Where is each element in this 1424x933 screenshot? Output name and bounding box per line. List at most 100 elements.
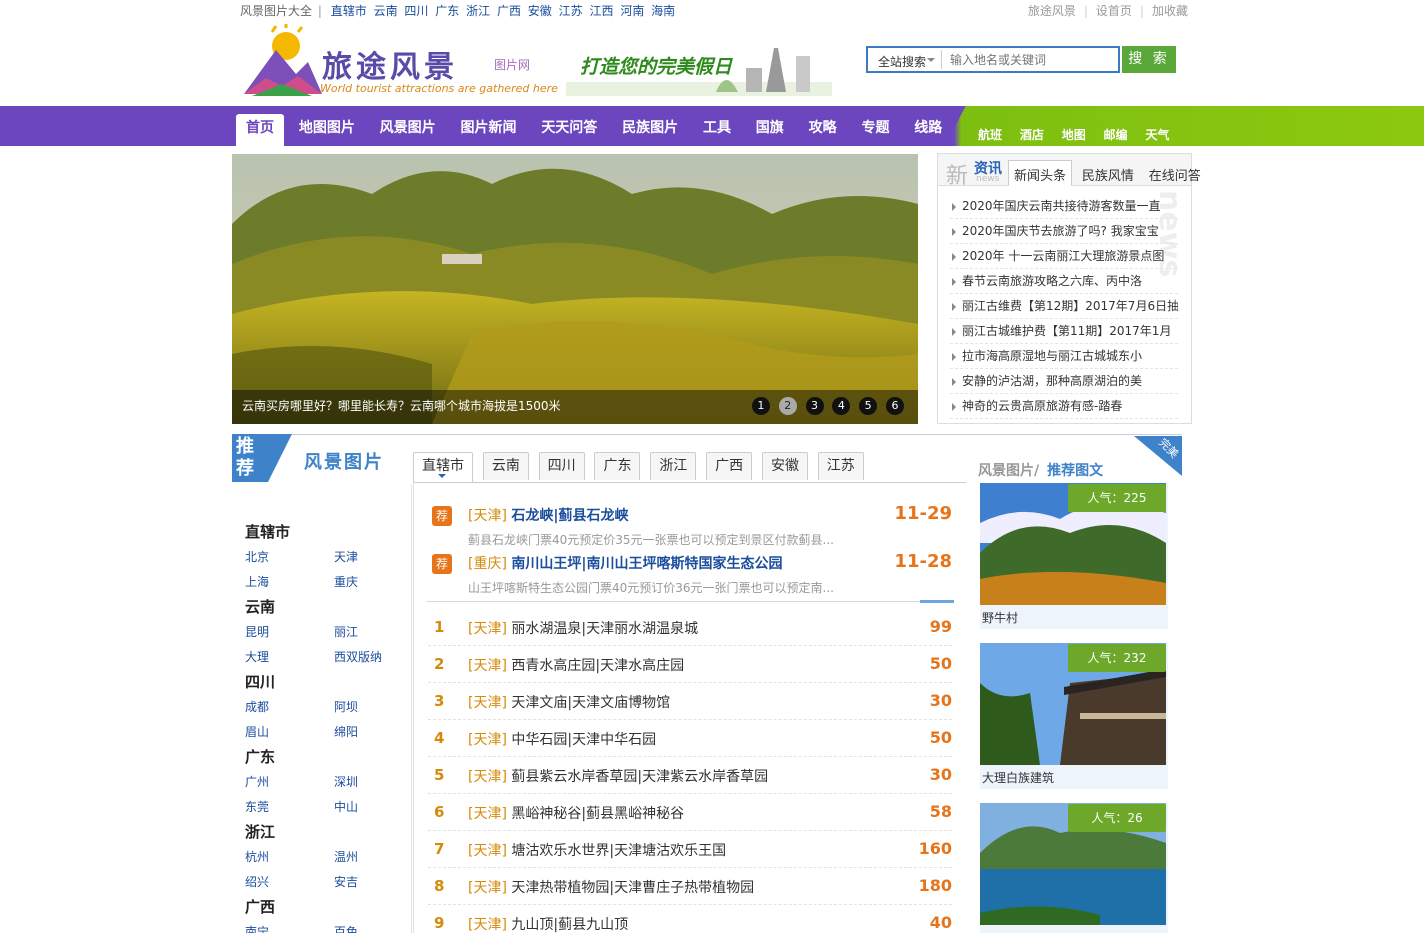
item-title[interactable]: 丽水湖温泉|天津丽水湖温泉城	[511, 621, 698, 637]
region-city-link[interactable]: 安吉	[334, 870, 423, 895]
banner-caption[interactable]: 云南买房哪里好？哪里能长寿？云南哪个城市海拔是1500米	[242, 397, 561, 414]
item-title[interactable]: 南川山王坪|南川山王坪喀斯特国家生态公园	[511, 556, 782, 572]
ranked-item[interactable]: 2 [天津] 西青水高庄园|天津水高庄园 50	[428, 646, 952, 683]
region-city-link[interactable]: 丽江	[334, 620, 423, 645]
nav-item-scenery-pictures[interactable]: 风景图片	[370, 114, 446, 146]
item-title[interactable]: 九山顶|蓟县九山顶	[511, 917, 628, 933]
news-item[interactable]: 2020年 十一云南丽江大理旅游景点图	[950, 244, 1178, 269]
nav-sub-hotels[interactable]: 酒店	[1020, 128, 1044, 142]
news-item[interactable]: 安静的泸沽湖，那种高原湖泊的美	[950, 369, 1178, 394]
nav-sub-flights[interactable]: 航班	[978, 128, 1002, 142]
picture-card[interactable]: 人气：225 野牛村	[980, 483, 1168, 629]
item-city[interactable]: [天津]	[468, 917, 507, 933]
news-item[interactable]: 拉市海高原湿地与丽江古城城东小	[950, 344, 1178, 369]
featured-item[interactable]: 荐 [重庆] 南川山王坪|南川山王坪喀斯特国家生态公园 山王坪喀斯特生态公园门票…	[432, 551, 952, 597]
news-item[interactable]: 2020年国庆节去旅游了吗? 我家宝宝	[950, 219, 1178, 244]
item-city[interactable]: [天津]	[468, 880, 507, 896]
nav-item-topics[interactable]: 专题	[851, 114, 899, 146]
ranked-item[interactable]: 8 [天津] 天津热带植物园|天津曹庄子热带植物园 180	[428, 868, 952, 905]
home-link[interactable]: 旅途风景	[1028, 4, 1076, 18]
region-city-link[interactable]: 东莞	[245, 795, 334, 820]
slide-dot[interactable]: 4	[832, 397, 851, 415]
city-link[interactable]: 直辖市	[331, 4, 367, 18]
picture-card[interactable]: 人气：26	[980, 803, 1168, 933]
nav-item-picture-news[interactable]: 图片新闻	[450, 114, 526, 146]
region-city-link[interactable]: 重庆	[334, 570, 423, 595]
ranked-item[interactable]: 9 [天津] 九山顶|蓟县九山顶 40	[428, 905, 952, 933]
city-link[interactable]: 河南	[620, 4, 644, 18]
region-city-link[interactable]: 天津	[334, 545, 423, 570]
item-title[interactable]: 天津文庙|天津文庙博物馆	[511, 695, 670, 711]
city-link[interactable]: 云南	[374, 4, 398, 18]
nav-item-tools[interactable]: 工具	[693, 114, 741, 146]
region-title[interactable]: 四川	[245, 670, 423, 695]
region-city-link[interactable]: 大理	[245, 645, 334, 670]
region-city-link[interactable]: 绍兴	[245, 870, 334, 895]
tab-sichuan[interactable]: 四川	[538, 452, 585, 480]
ranked-item[interactable]: 4 [天津] 中华石园|天津中华石园 50	[428, 720, 952, 757]
ranked-item[interactable]: 1 [天津] 丽水湖温泉|天津丽水湖温泉城 99	[428, 609, 952, 646]
city-link[interactable]: 江西	[589, 4, 613, 18]
region-city-link[interactable]: 中山	[334, 795, 423, 820]
news-item[interactable]: 春节云南旅游攻略之六库、丙中洛	[950, 269, 1178, 294]
search-input[interactable]	[946, 50, 1116, 69]
tab-headlines[interactable]: 新闻头条	[1008, 160, 1073, 186]
region-city-link[interactable]: 南宁	[245, 920, 334, 933]
region-city-link[interactable]: 西双版纳	[334, 645, 423, 670]
city-link[interactable]: 安徽	[528, 4, 552, 18]
region-title[interactable]: 直辖市	[245, 520, 423, 545]
nav-item-map-pictures[interactable]: 地图图片	[289, 114, 365, 146]
slide-dot[interactable]: 6	[886, 397, 904, 415]
ranked-item[interactable]: 3 [天津] 天津文庙|天津文庙博物馆 30	[428, 683, 952, 720]
nav-item-home[interactable]: 首页	[236, 114, 284, 146]
tab-yunnan[interactable]: 云南	[482, 452, 529, 480]
city-link[interactable]: 广西	[497, 4, 521, 18]
region-city-link[interactable]: 昆明	[245, 620, 334, 645]
featured-item[interactable]: 荐 [天津] 石龙峡|蓟县石龙峡 蓟县石龙峡门票40元预定价35元一张票也可以预…	[432, 503, 952, 549]
item-city[interactable]: [天津]	[468, 658, 507, 674]
item-title[interactable]: 塘沽欢乐水世界|天津塘沽欢乐王国	[511, 843, 726, 859]
tab-zhejiang[interactable]: 浙江	[650, 452, 697, 480]
ranked-item[interactable]: 6 [天津] 黑峪神秘谷|蓟县黑峪神秘谷 58	[428, 794, 952, 831]
tab-guangdong[interactable]: 广东	[594, 452, 641, 480]
region-city-link[interactable]: 阿坝	[334, 695, 423, 720]
search-scope-select[interactable]: 全站搜索	[870, 50, 942, 69]
region-city-link[interactable]: 眉山	[245, 720, 334, 745]
nav-item-routes[interactable]: 线路	[904, 114, 952, 146]
tab-qa[interactable]: 在线问答	[1144, 161, 1206, 187]
search-button[interactable]: 搜 索	[1122, 46, 1176, 73]
news-item[interactable]: 2020年国庆云南共接待游客数量一直	[950, 194, 1178, 219]
region-city-link[interactable]: 百色	[334, 920, 423, 933]
city-link[interactable]: 江苏	[559, 4, 583, 18]
item-city[interactable]: [天津]	[468, 732, 507, 748]
ranked-item[interactable]: 5 [天津] 蓟县紫云水岸香草园|天津紫云水岸香草园 30	[428, 757, 952, 794]
item-title[interactable]: 天津热带植物园|天津曹庄子热带植物园	[511, 880, 754, 896]
region-city-link[interactable]: 杭州	[245, 845, 334, 870]
city-link[interactable]: 广东	[435, 4, 459, 18]
news-item[interactable]: 丽江古维费【第12期】2017年7月6日抽	[950, 294, 1178, 319]
item-city[interactable]: [天津]	[468, 769, 507, 785]
hero-slideshow[interactable]: 云南买房哪里好？哪里能长寿？云南哪个城市海拔是1500米 1 2 3 4 5 6	[232, 154, 918, 424]
city-link[interactable]: 四川	[404, 4, 428, 18]
region-city-link[interactable]: 温州	[334, 845, 423, 870]
item-title[interactable]: 蓟县紫云水岸香草园|天津紫云水岸香草园	[511, 769, 768, 785]
bookmark-link[interactable]: 加收藏	[1152, 4, 1188, 18]
picture-name[interactable]: 大理白族建筑	[982, 769, 1054, 786]
region-title[interactable]: 广东	[245, 745, 423, 770]
region-city-link[interactable]: 绵阳	[334, 720, 423, 745]
item-city[interactable]: [天津]	[468, 806, 507, 822]
nav-item-ethnic-pictures[interactable]: 民族图片	[612, 114, 688, 146]
item-title[interactable]: 西青水高庄园|天津水高庄园	[511, 658, 684, 674]
news-item[interactable]: 丽江古城维护费【第11期】2017年1月	[950, 319, 1178, 344]
region-city-link[interactable]: 广州	[245, 770, 334, 795]
item-city[interactable]: [重庆]	[468, 556, 507, 572]
city-link[interactable]: 海南	[651, 4, 675, 18]
item-title[interactable]: 石龙峡|蓟县石龙峡	[511, 508, 628, 524]
tab-jiangsu[interactable]: 江苏	[817, 452, 864, 480]
nav-sub-weather[interactable]: 天气	[1145, 128, 1169, 142]
region-city-link[interactable]: 成都	[245, 695, 334, 720]
item-city[interactable]: [天津]	[468, 843, 507, 859]
nav-item-daily-qa[interactable]: 天天问答	[531, 114, 607, 146]
region-title[interactable]: 浙江	[245, 820, 423, 845]
region-city-link[interactable]: 上海	[245, 570, 334, 595]
